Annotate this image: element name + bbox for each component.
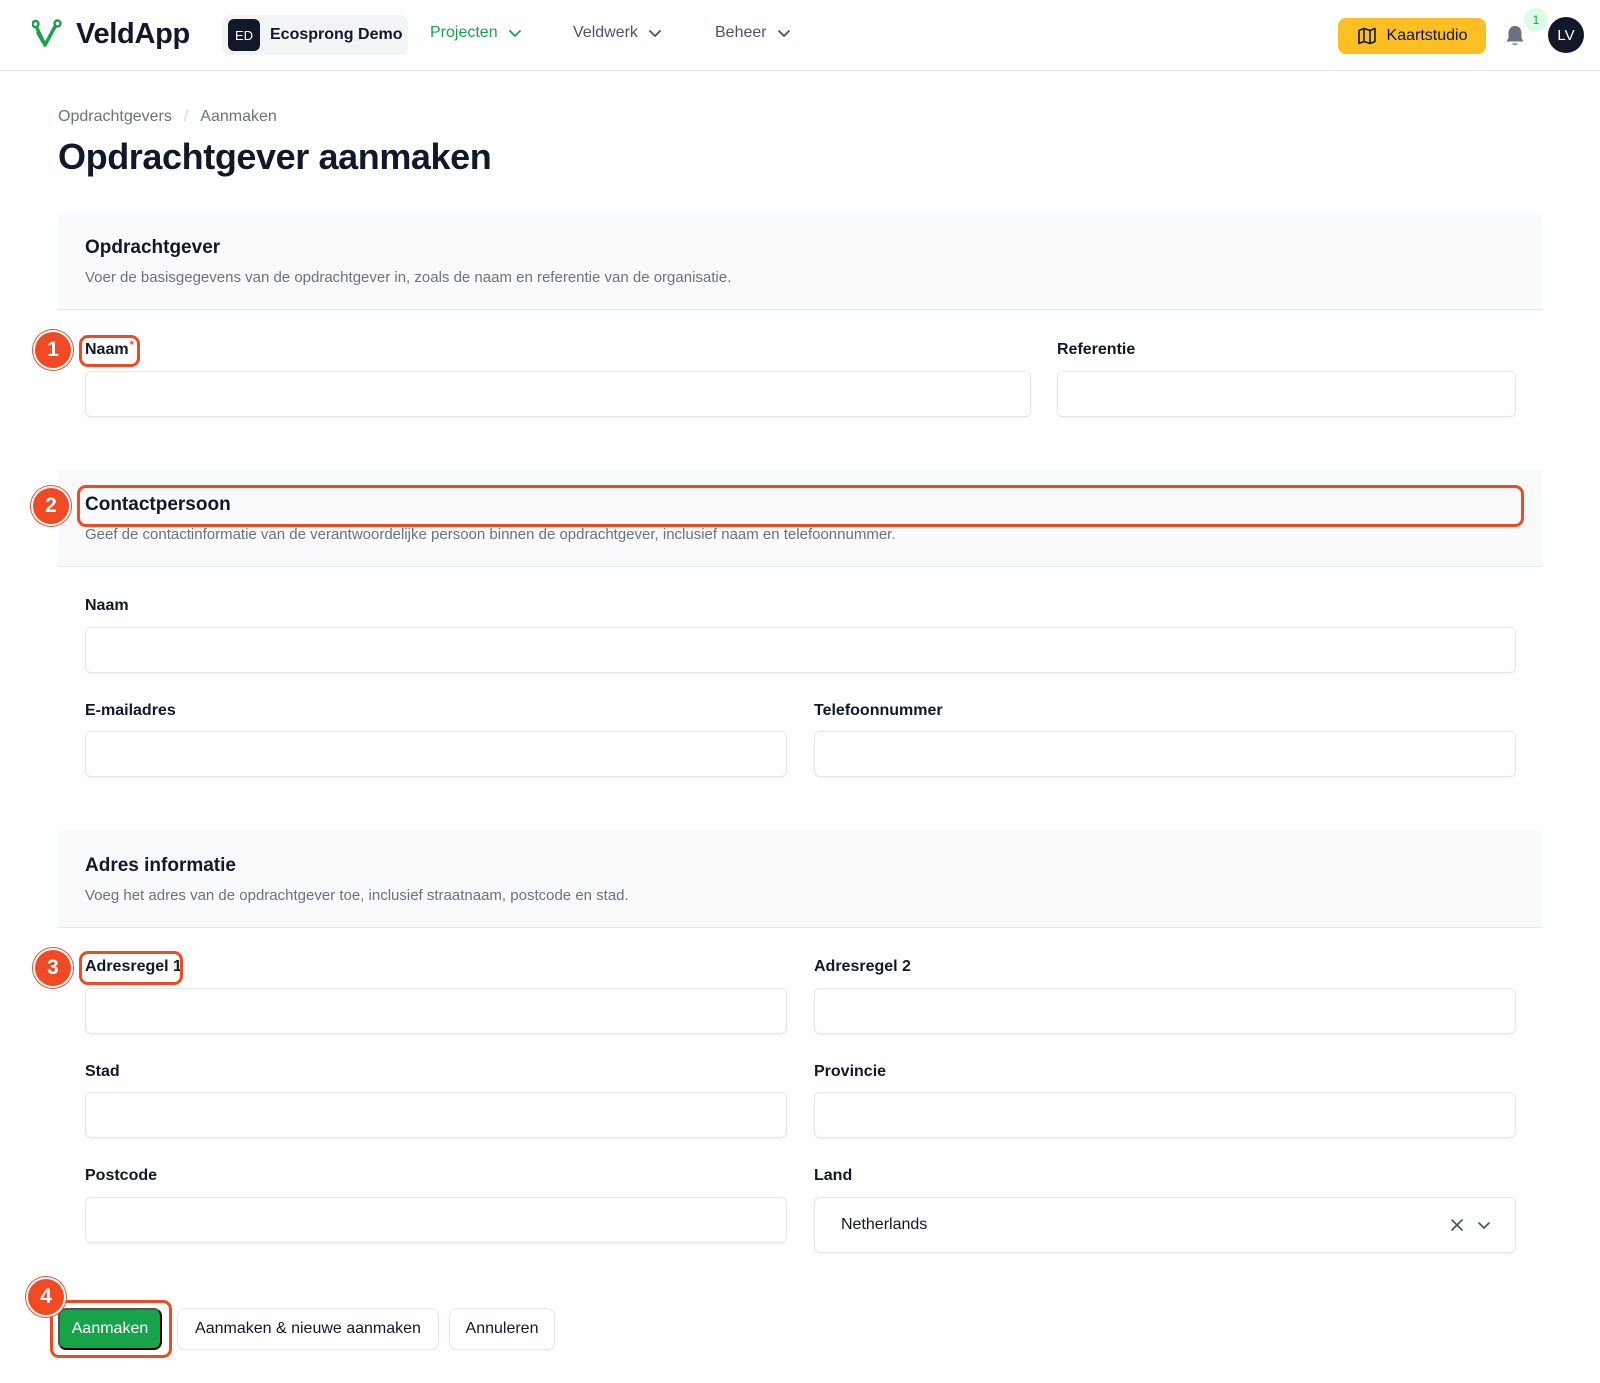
create-and-new-button[interactable]: Aanmaken & nieuwe aanmaken xyxy=(177,1308,439,1350)
clear-icon[interactable] xyxy=(1449,1217,1465,1233)
client-section-description: Voer de basisgegevens van de opdrachtgev… xyxy=(85,269,732,286)
client-section-header: Opdrachtgever Voer de basisgegevens van … xyxy=(58,213,1542,310)
phone-input[interactable] xyxy=(814,731,1516,777)
address-line2-label: Adresregel 2 xyxy=(814,958,911,975)
chevron-down-icon xyxy=(777,30,790,37)
country-label: Land xyxy=(814,1167,853,1184)
kaartstudio-button[interactable]: Kaartstudio xyxy=(1338,18,1486,54)
postcode-input[interactable] xyxy=(85,1197,787,1243)
nav-veldwerk[interactable]: Veldwerk xyxy=(573,24,662,42)
email-label: E-mailadres xyxy=(85,702,176,719)
create-button[interactable]: Aanmaken xyxy=(58,1308,162,1350)
app-logo[interactable]: VeldApp xyxy=(32,18,190,51)
page-title: Opdrachtgever aanmaken xyxy=(58,136,492,177)
required-asterisk: * xyxy=(129,339,134,351)
province-input[interactable] xyxy=(814,1092,1516,1138)
nav-beheer[interactable]: Beheer xyxy=(715,24,791,42)
breadcrumb-aanmaken: Aanmaken xyxy=(200,108,277,125)
address-section-description: Voeg het adres van de opdrachtgever toe,… xyxy=(85,887,629,904)
nav-projecten[interactable]: Projecten xyxy=(430,24,522,42)
bell-icon[interactable] xyxy=(1504,24,1526,48)
user-avatar[interactable]: LV xyxy=(1548,17,1584,53)
notification-count-badge: 1 xyxy=(1524,8,1548,32)
contact-name-input[interactable] xyxy=(85,627,1516,673)
address-section-header: Adres informatie Voeg het adres van de o… xyxy=(58,831,1542,928)
app-name: VeldApp xyxy=(76,18,190,50)
contact-section-header: Contactpersoon Geef de contactinformatie… xyxy=(58,470,1542,567)
email-input[interactable] xyxy=(85,731,787,777)
postcode-label: Postcode xyxy=(85,1167,158,1184)
organization-switcher[interactable]: ED Ecosprong Demo xyxy=(222,15,408,55)
nav-beheer-label: Beheer xyxy=(715,24,767,41)
address-line1-label: Adresregel 1 xyxy=(85,958,182,975)
client-name-input[interactable] xyxy=(85,371,1031,417)
chevron-down-icon xyxy=(649,30,661,37)
org-badge: ED xyxy=(228,19,260,51)
province-label: Provincie xyxy=(814,1063,887,1080)
nav-projecten-label: Projecten xyxy=(430,24,498,41)
kaartstudio-label: Kaartstudio xyxy=(1386,27,1468,44)
address-section-title: Adres informatie xyxy=(85,855,236,876)
callout-marker-2: 2 xyxy=(31,486,71,526)
contact-section-description: Geef de contactinformatie van de verantw… xyxy=(85,526,896,543)
phone-label: Telefoonnummer xyxy=(814,702,943,719)
breadcrumb-separator: / xyxy=(183,108,189,125)
client-name-label: Naam* xyxy=(85,339,134,359)
callout-marker-4: 4 xyxy=(26,1277,66,1317)
client-name-label-text: Naam xyxy=(85,341,129,358)
city-label: Stad xyxy=(85,1063,120,1080)
callout-marker-1: 1 xyxy=(33,330,73,370)
contact-section-title: Contactpersoon xyxy=(85,494,231,515)
top-navigation-bar: VeldApp ED Ecosprong Demo Projecten Veld… xyxy=(0,0,1600,71)
country-select[interactable]: Netherlands xyxy=(814,1197,1516,1253)
org-name: Ecosprong Demo xyxy=(270,26,403,43)
map-icon xyxy=(1357,27,1376,45)
address-line1-input[interactable] xyxy=(85,988,787,1034)
reference-input[interactable] xyxy=(1057,371,1516,417)
contact-name-label: Naam xyxy=(85,597,129,614)
chevron-down-icon[interactable] xyxy=(1477,1218,1491,1232)
callout-marker-3: 3 xyxy=(33,948,73,988)
chevron-down-icon xyxy=(508,30,521,37)
nav-veldwerk-label: Veldwerk xyxy=(573,24,638,41)
city-input[interactable] xyxy=(85,1092,787,1138)
veldapp-logo-icon xyxy=(32,18,62,47)
reference-label: Referentie xyxy=(1057,341,1136,358)
client-section-title: Opdrachtgever xyxy=(85,237,221,258)
address-line2-input[interactable] xyxy=(814,988,1516,1034)
breadcrumb: Opdrachtgevers / Aanmaken xyxy=(58,108,277,126)
breadcrumb-opdrachtgevers[interactable]: Opdrachtgevers xyxy=(58,108,172,126)
cancel-button[interactable]: Annuleren xyxy=(449,1308,555,1350)
country-selected-value: Netherlands xyxy=(841,1216,928,1233)
